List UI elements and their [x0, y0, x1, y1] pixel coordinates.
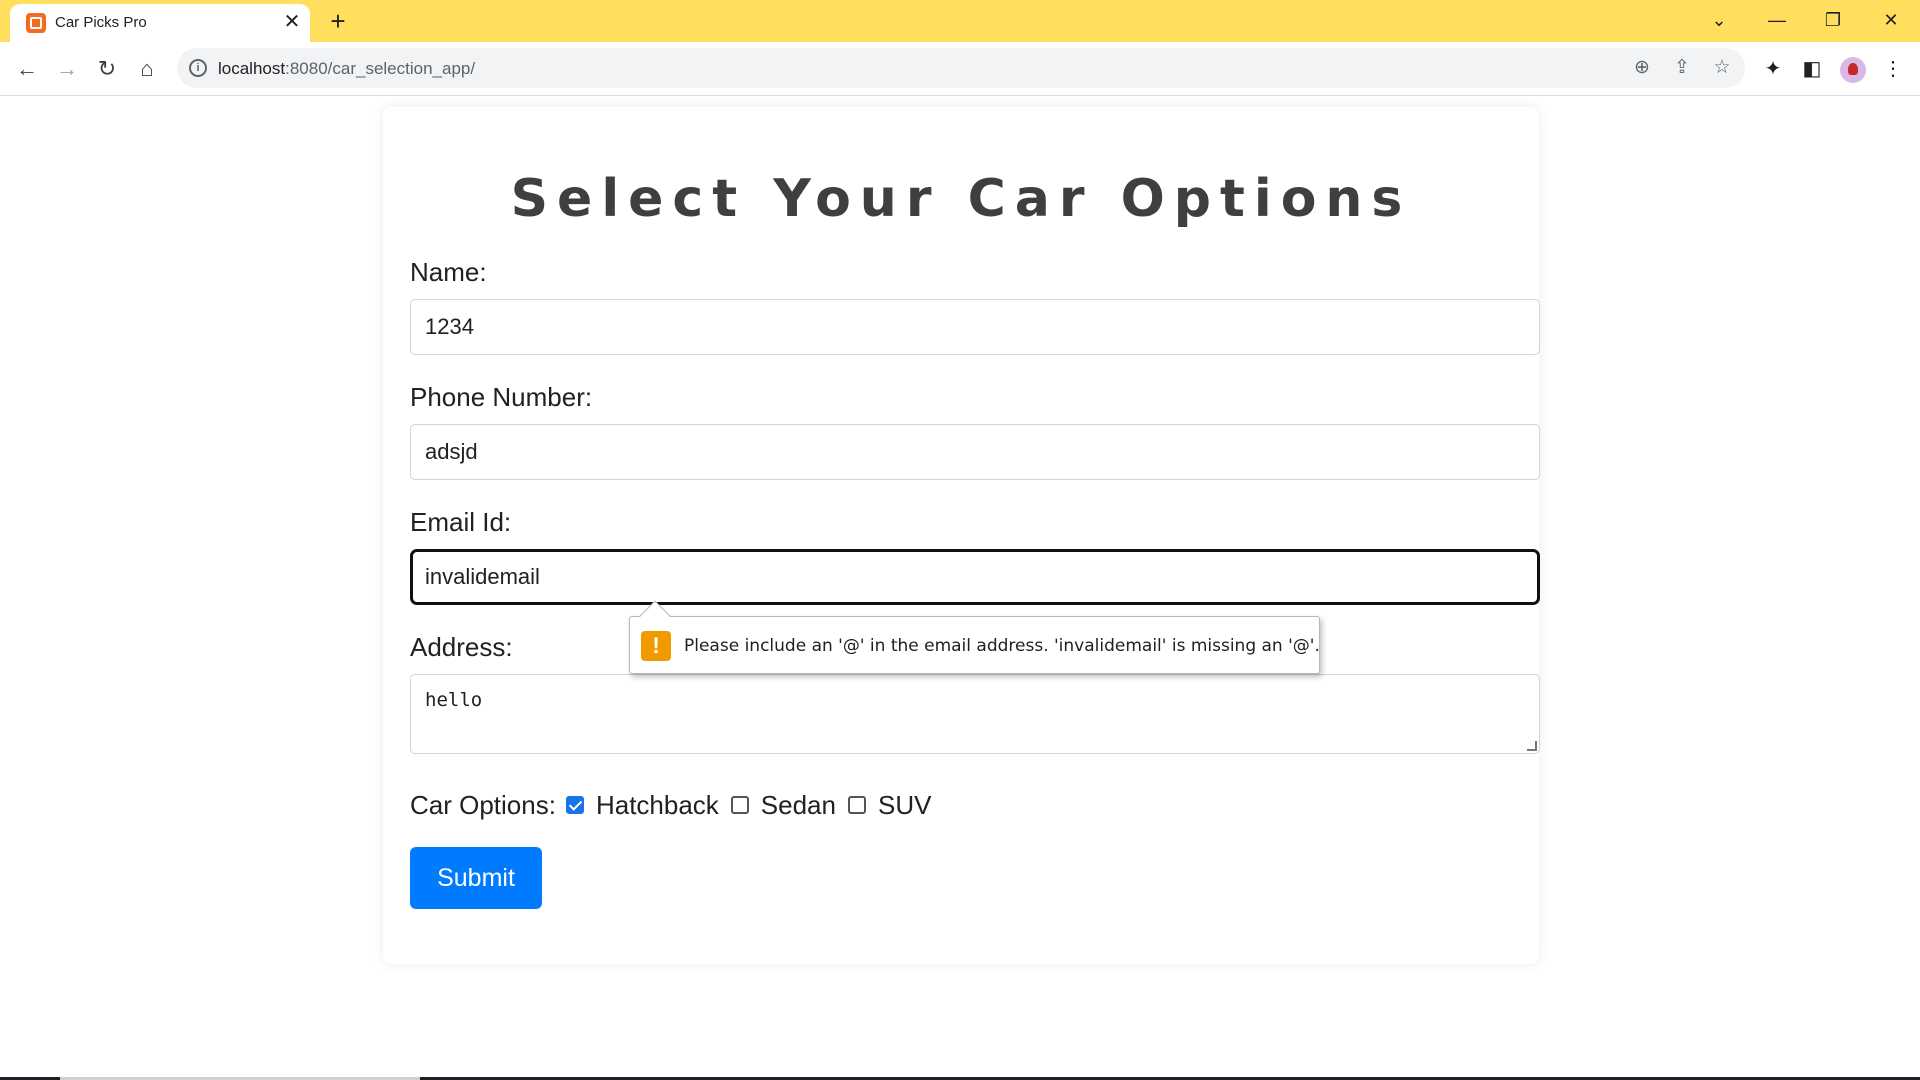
page-title: Select Your Car Options: [510, 169, 1412, 229]
sedan-label[interactable]: Sedan: [761, 790, 836, 821]
email-input[interactable]: invalidemail: [410, 549, 1540, 605]
warning-icon: !: [641, 631, 671, 661]
email-label: Email Id:: [410, 507, 512, 537]
name-input[interactable]: 1234: [410, 299, 1540, 355]
browser-toolbar: ← → ↻ ⌂ i localhost:8080/car_selection_a…: [0, 42, 1920, 96]
home-icon[interactable]: ⌂: [132, 54, 162, 84]
address-value: hello: [425, 689, 483, 711]
name-label: Name:: [410, 257, 487, 287]
minimize-button[interactable]: —: [1757, 2, 1797, 38]
back-icon[interactable]: ←: [12, 54, 42, 84]
address-bar[interactable]: i localhost:8080/car_selection_app/ ⊕ ⇪ …: [177, 48, 1745, 88]
resize-grip-icon[interactable]: [1527, 741, 1537, 751]
suv-label[interactable]: SUV: [878, 790, 931, 821]
phone-label: Phone Number:: [410, 382, 593, 412]
phone-input[interactable]: adsjd: [410, 424, 1540, 480]
hatchback-label[interactable]: Hatchback: [596, 790, 719, 821]
hatchback-checkbox[interactable]: [565, 796, 584, 814]
browser-tab-strip: Car Picks Pro ✕ + ⌄ — ❐ ✕: [0, 0, 1920, 42]
new-tab-button[interactable]: +: [323, 6, 353, 36]
url-host: localhost: [218, 59, 286, 78]
address-textarea[interactable]: hello: [410, 674, 1540, 754]
sedan-checkbox[interactable]: [730, 796, 749, 814]
close-tab-icon[interactable]: ✕: [280, 10, 304, 34]
share-icon[interactable]: ⇪: [1668, 54, 1696, 82]
close-window-button[interactable]: ✕: [1871, 2, 1911, 38]
suv-checkbox[interactable]: [847, 796, 866, 814]
restore-button[interactable]: ❐: [1813, 2, 1853, 38]
car-options-group: Car Options: Hatchback Sedan SUV: [410, 788, 933, 822]
submit-button[interactable]: Submit: [410, 847, 542, 909]
tab-search-chevron-icon[interactable]: ⌄: [1699, 2, 1739, 38]
tab-title: Car Picks Pro: [55, 14, 147, 31]
browser-tab[interactable]: Car Picks Pro ✕: [10, 4, 310, 42]
reload-icon[interactable]: ↻: [92, 54, 122, 84]
info-icon[interactable]: i: [189, 59, 207, 77]
car-options-form-card: Select Your Car Options Name: 1234 Phone…: [383, 107, 1540, 964]
profile-avatar[interactable]: [1840, 57, 1866, 83]
zoom-icon[interactable]: ⊕: [1628, 54, 1656, 82]
car-options-label: Car Options:: [410, 789, 556, 820]
extensions-icon[interactable]: ✦: [1758, 54, 1788, 84]
address-label: Address:: [410, 632, 513, 662]
bookmark-star-icon[interactable]: ☆: [1708, 54, 1736, 82]
menu-icon[interactable]: ⋮: [1878, 54, 1908, 84]
side-panel-icon[interactable]: ◧: [1797, 54, 1827, 84]
validation-message: Please include an '@' in the email addre…: [684, 636, 1320, 656]
app-favicon-icon: [26, 13, 46, 33]
url-path: :8080/car_selection_app/: [285, 59, 476, 78]
forward-icon[interactable]: →: [52, 54, 82, 84]
email-validation-tooltip: ! Please include an '@' in the email add…: [629, 600, 1320, 674]
url-text[interactable]: localhost:8080/car_selection_app/: [218, 59, 475, 79]
